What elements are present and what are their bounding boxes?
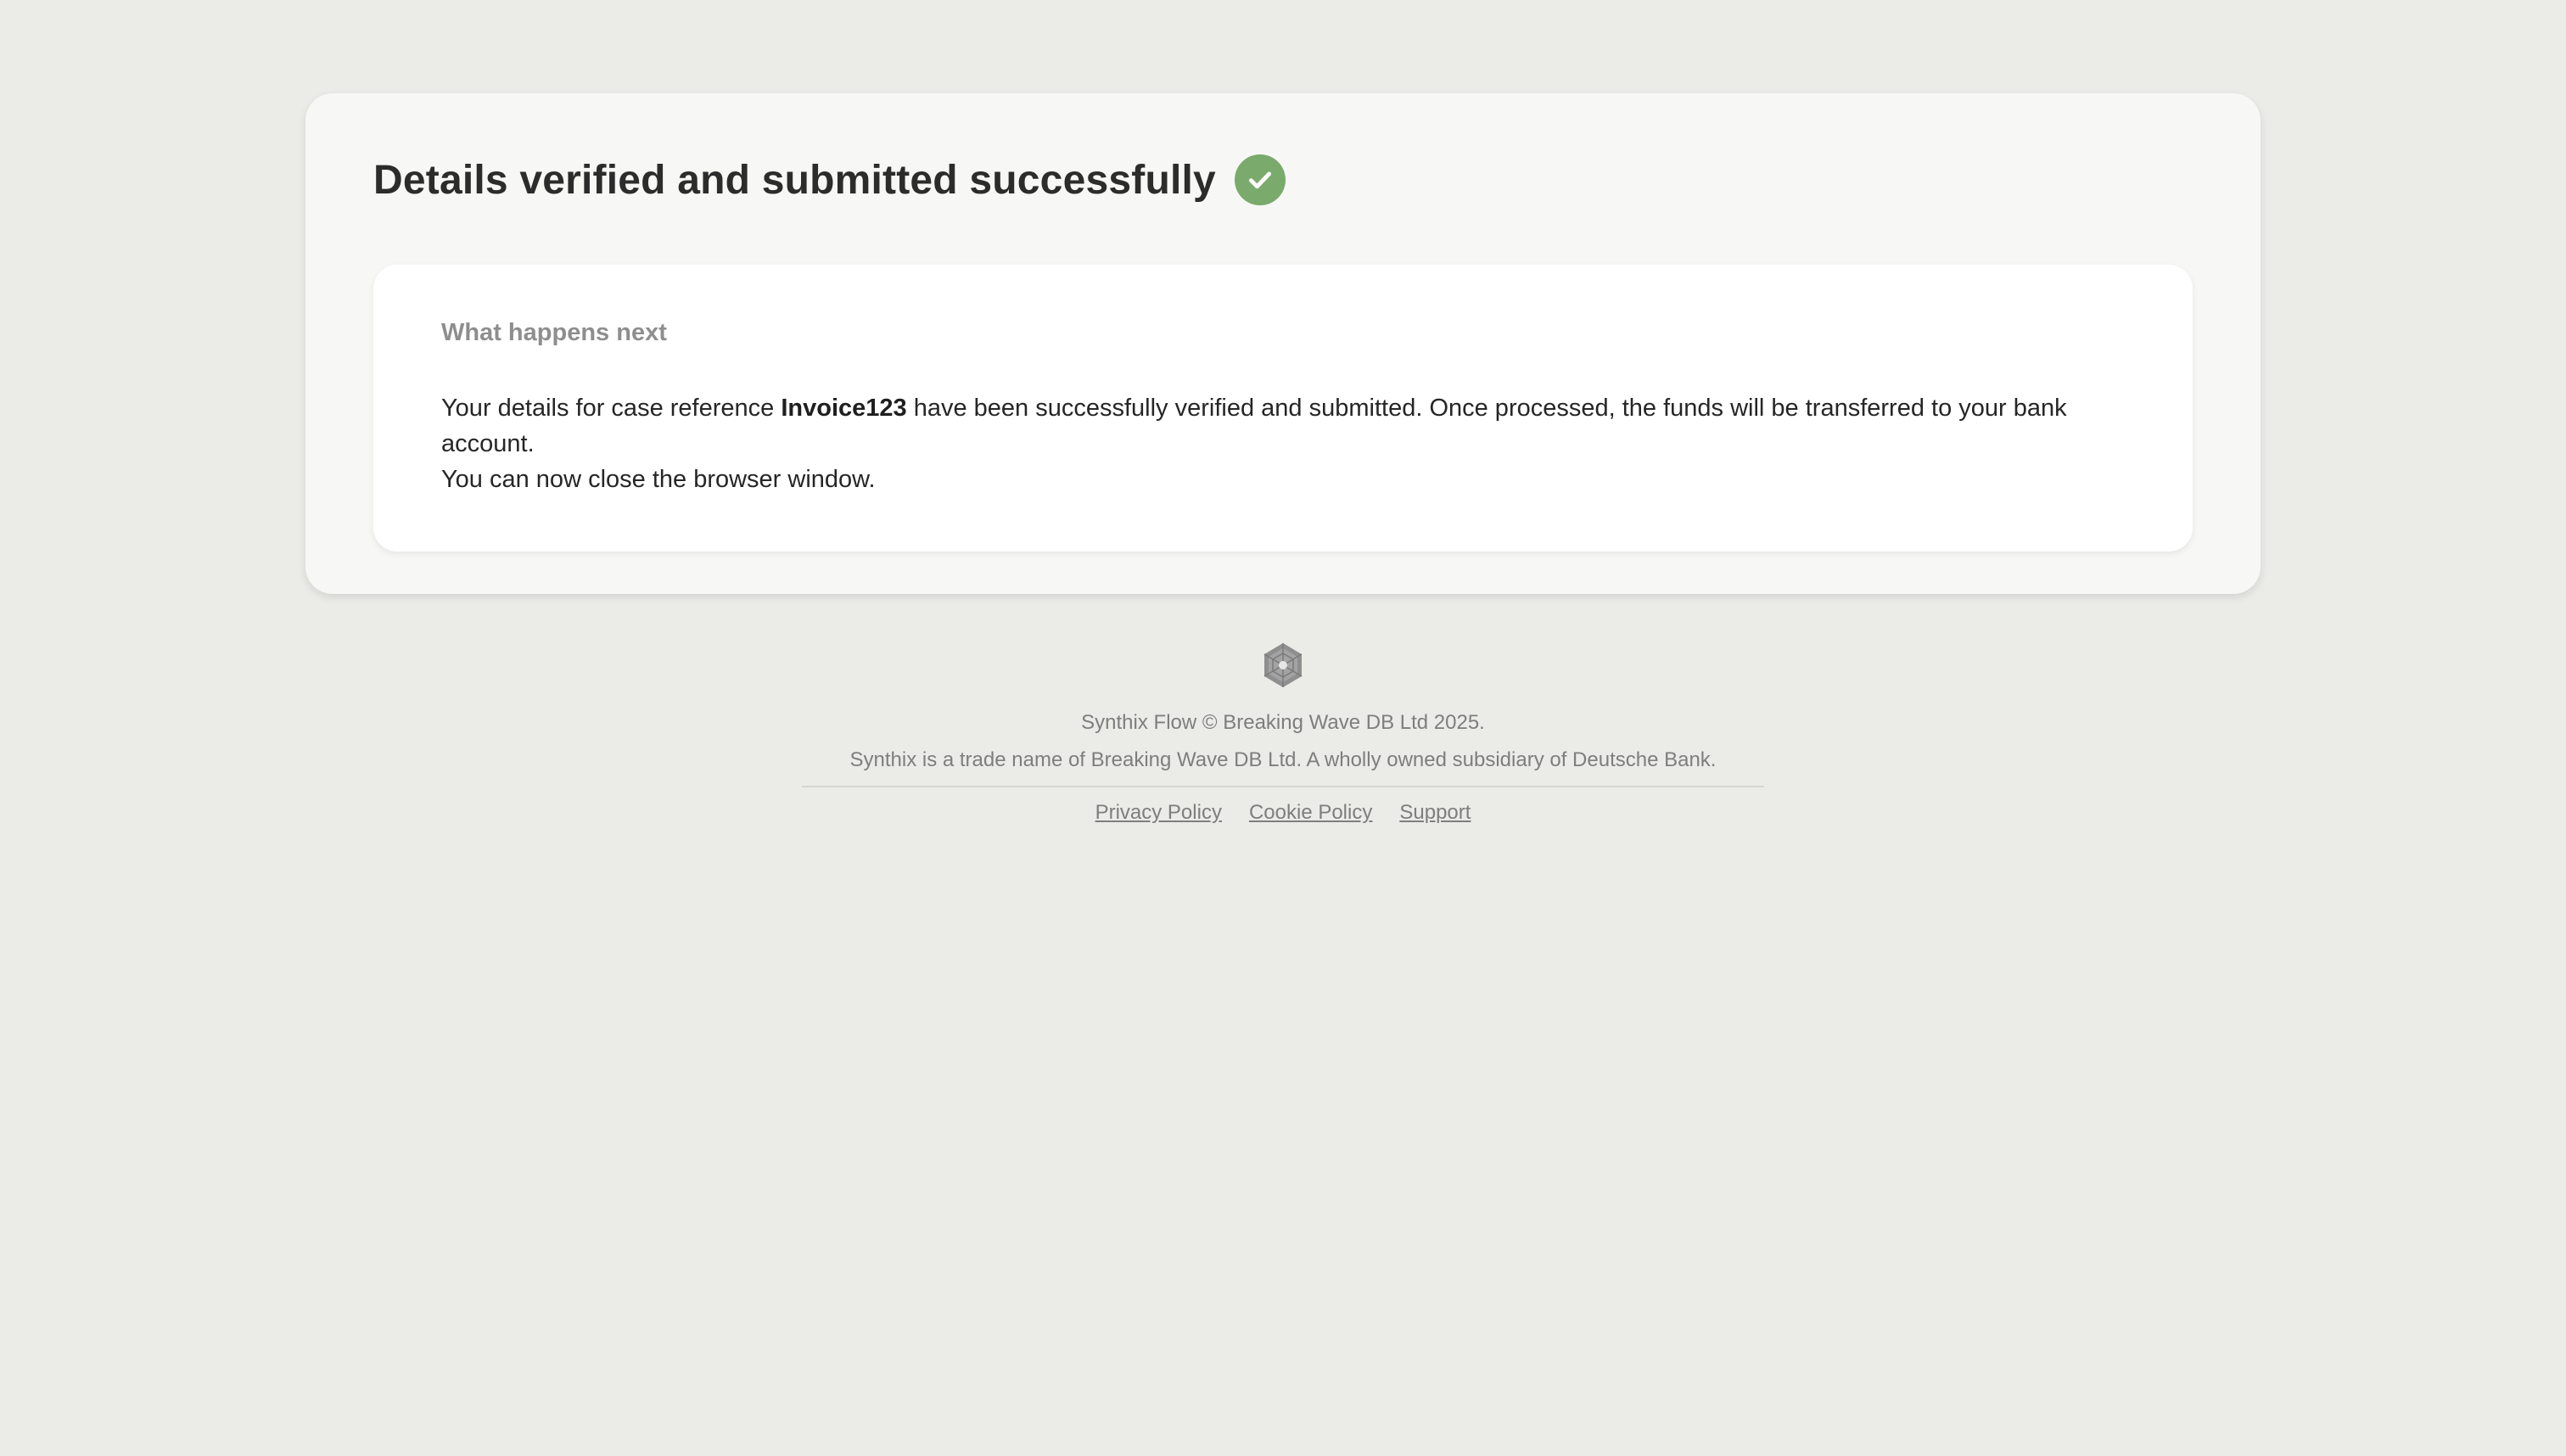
close-window-note: You can now close the browser window. [441,466,876,493]
next-steps-body: Your details for case reference Invoice1… [441,390,2125,497]
footer-copyright: Synthix Flow © Breaking Wave DB Ltd 2025… [1081,711,1485,734]
footer: Synthix Flow © Breaking Wave DB Ltd 2025… [0,641,2566,825]
support-link[interactable]: Support [1399,801,1471,825]
cookie-policy-link[interactable]: Cookie Policy [1249,801,1372,825]
body-text-start: Your details for case reference [441,395,782,422]
footer-divider [802,786,1764,787]
confirmation-card: Details verified and submitted successfu… [305,93,2261,594]
footer-links: Privacy Policy Cookie Policy Support [0,801,2566,825]
next-steps-heading: What happens next [441,319,667,346]
footer-trade-notice: Synthix is a trade name of Breaking Wave… [849,748,1717,771]
privacy-policy-link[interactable]: Privacy Policy [1095,801,1222,825]
case-reference: Invoice123 [781,395,907,422]
checkmark-icon [1248,171,1271,189]
next-steps-panel: What happens next Your details for case … [373,265,2193,552]
page-title: Details verified and submitted successfu… [373,157,1216,203]
synthix-logo-icon [1263,643,1303,687]
check-circle-icon [1234,154,1286,205]
title-row: Details verified and submitted successfu… [373,144,2193,216]
